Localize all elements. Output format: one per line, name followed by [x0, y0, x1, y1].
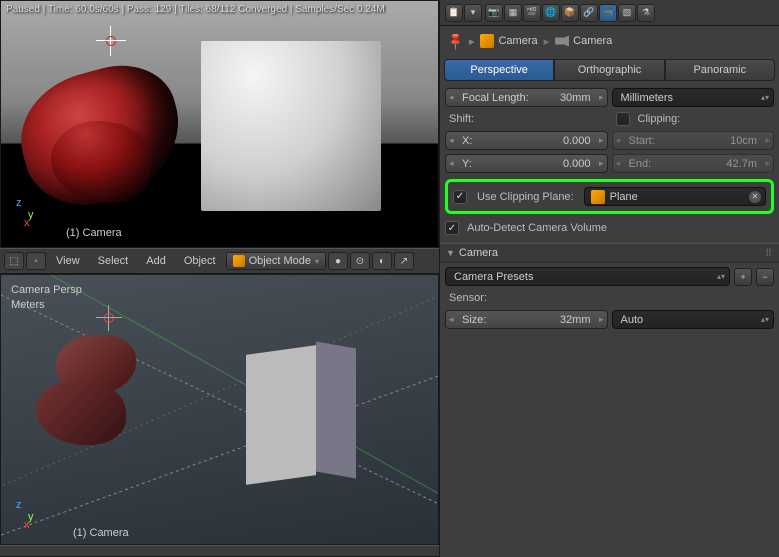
clipping-checkbox[interactable] [616, 112, 630, 126]
render-status-text: Paused | Time: 60.0s/60s | Pass: 129 | T… [6, 4, 385, 15]
sensor-fit-dropdown[interactable]: Auto▴▾ [612, 310, 775, 329]
panel-arrow-icon: ▼ [446, 248, 455, 258]
toolbar-scene-icon[interactable]: 📋 [445, 4, 463, 22]
camera-panel-title: Camera [459, 247, 498, 259]
context-constraints-icon[interactable]: 🔗 [580, 4, 598, 22]
transform-orient-icon[interactable]: ↗ [394, 252, 414, 270]
sensor-size-field[interactable]: ◂Size:32mm▸ [445, 310, 608, 329]
tab-perspective[interactable]: Perspective [444, 59, 554, 81]
context-data-icon[interactable]: 📹 [599, 4, 617, 22]
mode-dropdown[interactable]: Object Mode ▾ [226, 252, 326, 270]
context-material-icon[interactable]: ▧ [618, 4, 636, 22]
use-clipping-checkbox[interactable]: ✓ [453, 190, 467, 204]
render-view[interactable]: Paused | Time: 60.0s/60s | Pass: 129 | T… [0, 0, 439, 248]
viewport-footer [0, 545, 439, 557]
context-layers-icon[interactable]: ▦ [504, 4, 522, 22]
lens-unit-dropdown[interactable]: Millimeters▴▾ [612, 88, 775, 107]
clip-start-field[interactable]: ◂Start:10cm▸ [612, 131, 775, 150]
context-object-icon[interactable]: 📦 [561, 4, 579, 22]
manipulator-icon[interactable]: ◐ [372, 252, 392, 270]
preset-add-button[interactable]: + [734, 268, 752, 286]
clipping-plane-object-field[interactable]: Plane ✕ [584, 187, 766, 206]
shading-solid-icon[interactable]: ● [328, 252, 348, 270]
context-scene-icon[interactable]: 🎬 [523, 4, 541, 22]
shift-label: Shift: [445, 111, 612, 127]
menu-object[interactable]: Object [176, 252, 224, 270]
tab-panoramic[interactable]: Panoramic [665, 59, 775, 81]
mode-label: Object Mode [249, 255, 311, 267]
rendered-cube [201, 41, 381, 211]
clip-end-field[interactable]: ◂End:42.7m▸ [612, 154, 775, 173]
context-world-icon[interactable]: 🌐 [542, 4, 560, 22]
pivot-icon[interactable]: ⊙ [350, 252, 370, 270]
data-camera-icon [555, 34, 569, 48]
focal-length-field[interactable]: ◂Focal Length:30mm▸ [445, 88, 608, 107]
viewport-mesh[interactable] [36, 335, 166, 435]
pin-icon[interactable]: 📌 [445, 31, 465, 51]
context-render-icon[interactable]: 📷 [485, 4, 503, 22]
collapse-icon[interactable]: ◦ [26, 252, 46, 270]
menu-add[interactable]: Add [138, 252, 174, 270]
render-camera-label: (1) Camera [66, 227, 122, 239]
mesh-icon [591, 190, 605, 204]
properties-header-toolbar: 📋 ▾ 📷 ▦ 🎬 🌐 📦 🔗 📹 ▧ ⚗ [440, 0, 779, 26]
camera-presets-dropdown[interactable]: Camera Presets▴▾ [445, 267, 730, 286]
viewport-info: Camera PerspMeters [11, 283, 82, 313]
preset-remove-button[interactable]: − [756, 268, 774, 286]
toolbar-dropdown-icon[interactable]: ▾ [464, 4, 482, 22]
lens-type-tabs: Perspective Orthographic Panoramic [440, 56, 779, 84]
object-camera-icon [480, 34, 494, 48]
use-clipping-label: Use Clipping Plane: [473, 189, 578, 205]
sensor-label: Sensor: [445, 290, 774, 306]
menu-view[interactable]: View [48, 252, 88, 270]
clipping-label: Clipping: [634, 111, 685, 127]
cursor-crosshair [96, 26, 126, 56]
panel-drag-icon[interactable]: ⠿ [765, 248, 773, 259]
menu-select[interactable]: Select [90, 252, 137, 270]
viewport-cursor [96, 305, 122, 331]
datablock-breadcrumb: 📌 ▸ Camera ▸ Camera [440, 26, 779, 56]
viewport-menubar: ⬚ ◦ View Select Add Object Object Mode ▾… [0, 248, 439, 274]
viewport-camera-label: (1) Camera [73, 527, 129, 539]
bc-separator: ▸ [544, 35, 550, 48]
editor-type-icon[interactable]: ⬚ [4, 252, 24, 270]
bc-sep-icon: ▸ [469, 35, 475, 48]
autodetect-label: Auto-Detect Camera Volume [463, 220, 611, 236]
context-physics-icon[interactable]: ⚗ [637, 4, 655, 22]
highlight-clipping-plane: ✓ Use Clipping Plane: Plane ✕ [445, 179, 774, 214]
breadcrumb-object[interactable]: Camera [480, 34, 537, 48]
tab-orthographic[interactable]: Orthographic [554, 59, 664, 81]
object-mode-icon [233, 255, 245, 267]
viewport-3d[interactable]: Camera PerspMeters zyx (1) Camera [0, 274, 439, 545]
camera-panel-header[interactable]: ▼ Camera ⠿ [440, 243, 779, 263]
breadcrumb-data[interactable]: Camera [555, 34, 612, 48]
viewport-cube[interactable] [246, 335, 356, 485]
shift-x-field[interactable]: ◂X:0.000▸ [445, 131, 608, 150]
clear-object-icon[interactable]: ✕ [749, 191, 761, 203]
shift-y-field[interactable]: ◂Y:0.000▸ [445, 154, 608, 173]
autodetect-checkbox[interactable]: ✓ [445, 221, 459, 235]
